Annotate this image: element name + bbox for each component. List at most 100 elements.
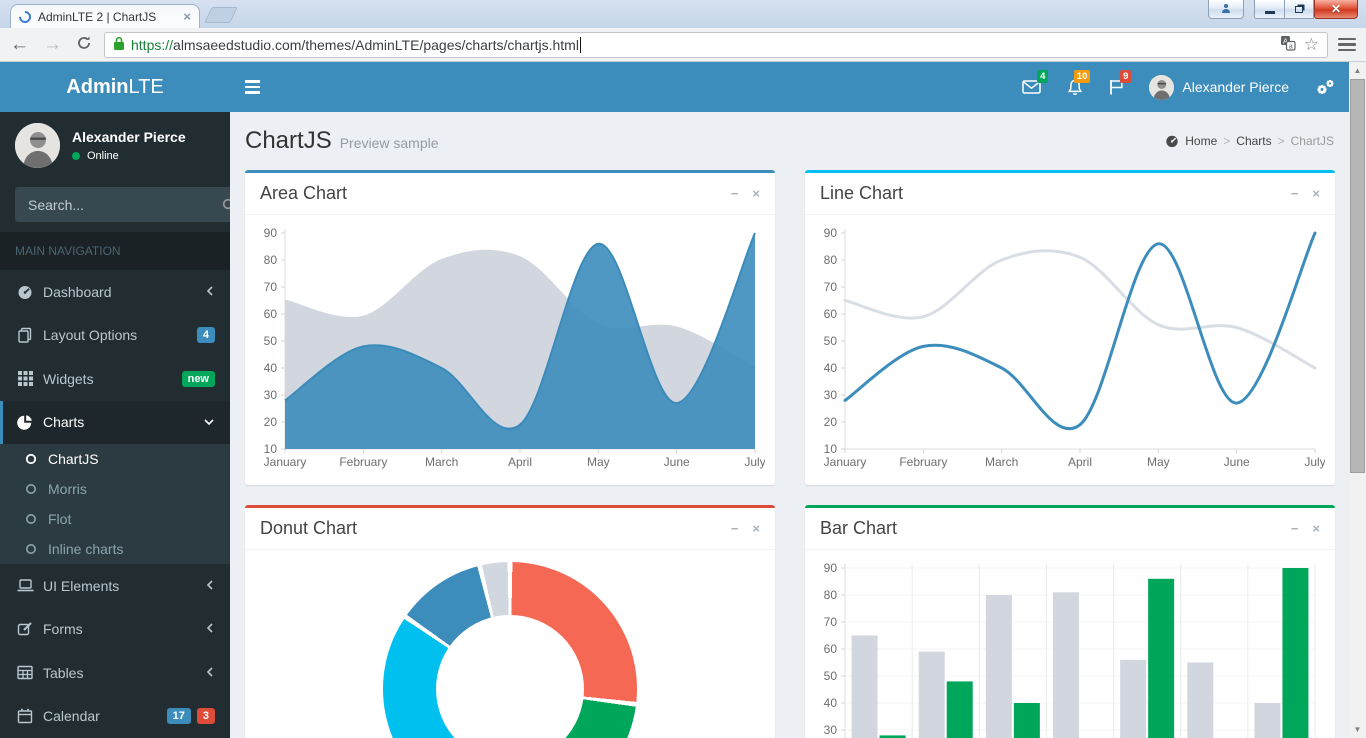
breadcrumb-current: ChartJS — [1290, 134, 1334, 148]
content-area: ChartJS Preview sample Home > Charts > C… — [230, 112, 1349, 738]
address-bar[interactable]: https://almsaeedstudio.com/themes/AdminL… — [104, 31, 1328, 58]
svg-text:90: 90 — [264, 226, 278, 240]
avatar — [1149, 74, 1175, 100]
chevron-down-icon — [203, 414, 215, 430]
svg-text:July: July — [744, 455, 765, 469]
padlock-icon[interactable] — [113, 36, 125, 54]
box-title: Area Chart — [260, 183, 348, 203]
new-tab-button[interactable] — [204, 7, 238, 23]
remove-icon[interactable]: × — [1312, 522, 1320, 535]
pie-chart-icon — [15, 414, 35, 431]
url-scheme: https:// — [131, 36, 174, 53]
collapse-icon[interactable]: − — [1291, 522, 1299, 535]
svg-text:April: April — [1068, 455, 1092, 469]
submenu-item-inline-charts[interactable]: Inline charts — [0, 534, 230, 564]
tasks-menu[interactable]: 9 — [1096, 62, 1137, 112]
profile-button[interactable] — [1208, 0, 1244, 19]
tab-close-icon[interactable]: × — [183, 10, 191, 23]
collapse-icon[interactable]: − — [1291, 187, 1299, 200]
box-title: Bar Chart — [820, 518, 898, 538]
browser-menu-button[interactable] — [1338, 37, 1356, 52]
svg-text:70: 70 — [264, 280, 278, 294]
sidebar-item-calendar[interactable]: Calendar 17 3 — [0, 695, 230, 738]
calendar-badge-2: 3 — [196, 708, 215, 725]
submenu-item-chartjs[interactable]: ChartJS — [0, 444, 230, 474]
calendar-badge: 17 — [166, 708, 191, 725]
avatar — [15, 123, 60, 169]
sidebar-item-widgets[interactable]: Widgets new — [0, 357, 230, 401]
sidebar-item-layout-options[interactable]: Layout Options 4 — [0, 314, 230, 358]
chevron-left-icon — [205, 578, 215, 594]
sidebar-user-name: Alexander Pierce — [72, 129, 186, 146]
area-chart-canvas[interactable]: 10 20 30 40 50 60 70 80 90 January February March Ap… — [255, 225, 765, 475]
svg-text:March: March — [425, 455, 458, 469]
minimize-button[interactable] — [1254, 0, 1284, 19]
chevron-left-icon — [205, 284, 215, 300]
page-subtitle: Preview sample — [339, 135, 439, 151]
sidebar-item-dashboard[interactable]: Dashboard — [0, 270, 230, 314]
browser-window: AdminLTE 2 | ChartJS × ✕ ← → https://alm… — [0, 0, 1366, 738]
home-dashboard-icon — [1166, 135, 1178, 148]
messages-menu[interactable]: 4 — [1009, 62, 1054, 112]
search-input[interactable] — [15, 187, 222, 223]
breadcrumb-charts[interactable]: Charts — [1236, 134, 1271, 148]
svg-text:20: 20 — [824, 415, 838, 429]
sidebar-item-tables[interactable]: Tables — [0, 651, 230, 695]
bar-chart-canvas[interactable]: 102030405060708090JanuaryFebruaryMarchAp… — [815, 560, 1325, 738]
svg-text:March: March — [985, 455, 1018, 469]
sidebar-item-charts[interactable]: Charts — [0, 400, 230, 445]
line-chart-canvas[interactable]: 10 20 30 40 50 60 70 80 90 January February March Ap… — [815, 225, 1325, 475]
line-chart-box: Line Chart − × 10 20 30 40 50 60 70 80 90 January… — [805, 170, 1335, 485]
bookmark-star-icon[interactable]: ☆ — [1304, 36, 1319, 53]
svg-text:80: 80 — [824, 588, 838, 602]
remove-icon[interactable]: × — [1312, 187, 1320, 200]
user-status[interactable]: Online — [72, 150, 186, 162]
donut-chart-canvas[interactable] — [383, 562, 637, 738]
chevron-left-icon — [205, 665, 215, 681]
submenu-item-morris[interactable]: Morris — [0, 474, 230, 504]
back-button[interactable]: ← — [10, 35, 29, 54]
remove-icon[interactable]: × — [752, 187, 760, 200]
brand-logo[interactable]: Admin LTE — [0, 62, 230, 112]
url-text: almsaeedstudio.com/themes/AdminLTE/pages… — [173, 36, 579, 53]
control-sidebar-button[interactable] — [1301, 62, 1349, 112]
svg-text:30: 30 — [264, 388, 278, 402]
widgets-badge: new — [181, 370, 215, 387]
close-button[interactable]: ✕ — [1314, 0, 1358, 19]
collapse-icon[interactable]: − — [731, 187, 739, 200]
svg-text:60: 60 — [824, 642, 838, 656]
reload-button[interactable] — [76, 35, 92, 54]
notifications-badge: 10 — [1073, 70, 1091, 84]
svg-text:70: 70 — [824, 280, 838, 294]
browser-tab[interactable]: AdminLTE 2 | ChartJS × — [10, 4, 200, 28]
remove-icon[interactable]: × — [752, 522, 760, 535]
forward-button[interactable]: → — [43, 35, 62, 54]
svg-text:January: January — [824, 455, 867, 469]
breadcrumb-home[interactable]: Home — [1185, 134, 1217, 148]
user-menu[interactable]: Alexander Pierce — [1137, 62, 1301, 112]
scrollbar[interactable]: ▲ ▼ — [1349, 62, 1366, 738]
svg-text:June: June — [664, 455, 690, 469]
scroll-down-arrow[interactable]: ▼ — [1349, 721, 1366, 738]
translate-icon[interactable]: Aa — [1280, 35, 1296, 54]
submenu-item-flot[interactable]: Flot — [0, 504, 230, 534]
svg-text:60: 60 — [824, 307, 838, 321]
scrollbar-thumb[interactable] — [1350, 79, 1365, 473]
svg-text:60: 60 — [264, 307, 278, 321]
notifications-menu[interactable]: 10 — [1054, 62, 1096, 112]
svg-text:a: a — [1289, 43, 1293, 50]
layout-options-badge: 4 — [196, 327, 215, 344]
circle-icon — [22, 453, 40, 465]
sidebar-item-ui-elements[interactable]: UI Elements — [0, 564, 230, 608]
restore-button[interactable] — [1284, 0, 1314, 19]
gears-icon — [1317, 79, 1334, 94]
tab-strip: AdminLTE 2 | ChartJS × ✕ — [0, 0, 1366, 28]
sidebar-toggle-button[interactable] — [230, 62, 275, 112]
sidebar-item-forms[interactable]: Forms — [0, 608, 230, 652]
svg-text:May: May — [587, 455, 610, 469]
collapse-icon[interactable]: − — [731, 522, 739, 535]
online-dot-icon — [72, 152, 80, 161]
circle-icon — [22, 483, 40, 495]
scroll-up-arrow[interactable]: ▲ — [1349, 62, 1366, 79]
svg-text:90: 90 — [824, 226, 838, 240]
